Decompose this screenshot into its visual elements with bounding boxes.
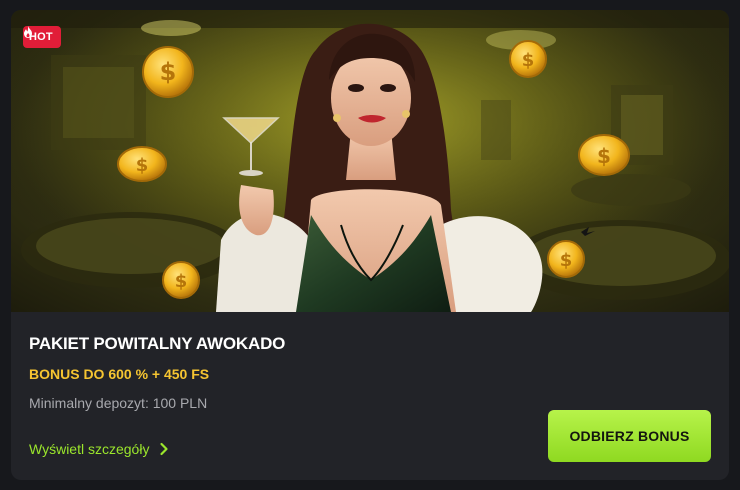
view-details-label: Wyświetl szczegóły bbox=[29, 441, 150, 457]
claim-bonus-button[interactable]: ODBIERZ BONUS bbox=[548, 410, 711, 462]
svg-text:$: $ bbox=[560, 250, 573, 271]
svg-text:$: $ bbox=[136, 155, 149, 176]
coin-decorations: $ $ $ $ $ $ bbox=[117, 40, 630, 299]
coin-icon: $ bbox=[142, 46, 194, 98]
promo-banner-image: $ $ $ $ $ $ HOT bbox=[11, 10, 729, 312]
hot-badge: HOT bbox=[23, 26, 61, 48]
coin-icon: $ bbox=[509, 40, 547, 78]
promo-card: $ $ $ $ $ $ HOT PAKIET POWITALNY AWOKADO… bbox=[11, 10, 729, 480]
coin-icon: $ bbox=[578, 134, 630, 176]
chevron-right-icon bbox=[160, 442, 169, 456]
coin-icon: $ bbox=[162, 261, 200, 299]
svg-text:$: $ bbox=[597, 144, 611, 168]
svg-text:$: $ bbox=[522, 50, 535, 71]
coin-icon: $ bbox=[547, 240, 585, 278]
promo-bonus: BONUS DO 600 % + 450 FS bbox=[29, 366, 210, 382]
view-details-link[interactable]: Wyświetl szczegóły bbox=[29, 438, 169, 460]
flame-icon bbox=[24, 26, 32, 38]
svg-text:$: $ bbox=[175, 271, 188, 292]
promo-title: PAKIET POWITALNY AWOKADO bbox=[29, 334, 286, 353]
svg-text:$: $ bbox=[160, 58, 177, 86]
min-deposit-text: Minimalny depozyt: 100 PLN bbox=[29, 395, 208, 411]
coin-icon: $ bbox=[117, 146, 167, 182]
